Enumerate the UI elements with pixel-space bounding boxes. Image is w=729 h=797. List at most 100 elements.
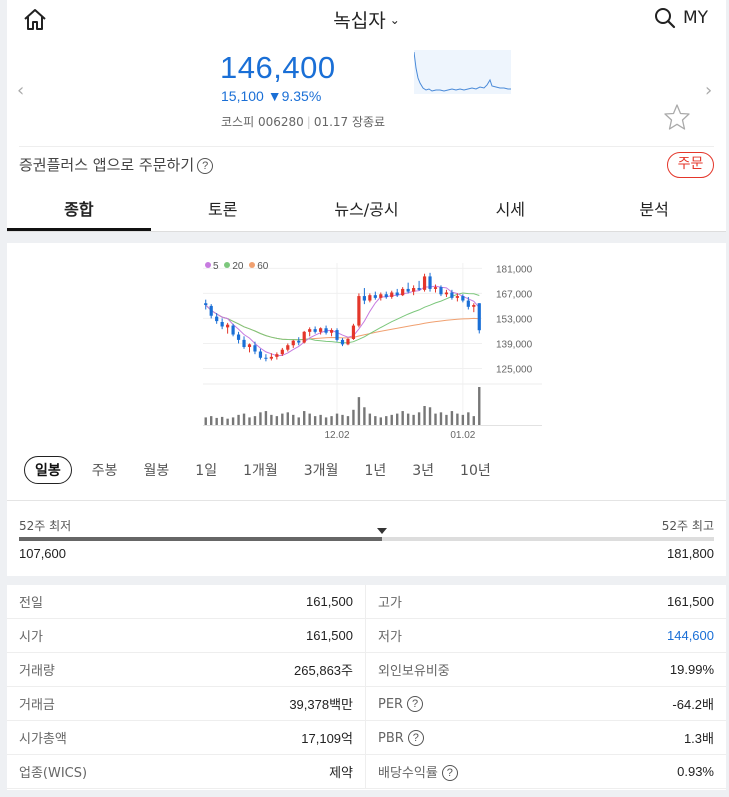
volume-bar (434, 413, 437, 425)
volume-bar (308, 413, 311, 425)
candle-body (215, 316, 219, 322)
period-3m[interactable]: 3개월 (304, 460, 339, 480)
help-icon[interactable]: ? (407, 729, 424, 746)
period-daily[interactable]: 일봉 (24, 456, 72, 484)
candle-body (384, 294, 388, 297)
next-stock-arrow-icon[interactable]: › (705, 80, 712, 101)
x-tick-label: 12.02 (325, 430, 350, 441)
info-value: 144,600 (667, 628, 714, 643)
candle-body (461, 296, 465, 301)
candle-body (379, 294, 383, 298)
volume-bar (270, 414, 273, 425)
y-tick-label: 181,000 (496, 264, 533, 275)
x-tick-label: 01.02 (450, 430, 475, 441)
candle-body (308, 329, 312, 332)
stock-name-dropdown[interactable]: 녹십자 ⌄ (7, 6, 726, 33)
tab-discussion[interactable]: 토론 (151, 190, 295, 231)
order-app-text: 증권플러스 앱으로 주문하기 (19, 156, 195, 174)
period-1d[interactable]: 1일 (195, 460, 217, 480)
info-key: 고가 (378, 596, 402, 611)
tab-price[interactable]: 시세 (438, 190, 582, 231)
info-grid: 전일 161,500 고가 161,500 시가 161,500 저가 144,600 … (7, 585, 726, 789)
order-button[interactable]: 주문 (667, 152, 714, 178)
candle-body (220, 322, 224, 327)
candle-body (275, 354, 279, 357)
prev-stock-arrow-icon[interactable]: ‹ (17, 80, 24, 101)
order-app-link[interactable]: 증권플러스 앱으로 주문하기? (19, 154, 214, 175)
candle-body (395, 292, 399, 296)
period-1m[interactable]: 1개월 (243, 460, 278, 480)
my-button[interactable]: MY (683, 8, 708, 28)
candle-body (390, 292, 394, 297)
info-key: 전일 (19, 596, 43, 611)
favorite-star-icon[interactable] (663, 103, 691, 131)
volume-bar (303, 411, 306, 425)
volume-bar (379, 417, 382, 425)
info-cell-volume: 거래량 265,863주 (7, 653, 366, 687)
legend-ma60: 60 (257, 261, 269, 272)
volume-bar (275, 416, 279, 425)
chart-legend: 5 20 60 (202, 261, 268, 272)
candle-body (286, 345, 290, 350)
volume-bar (264, 411, 268, 425)
tab-news[interactable]: 뉴스/공시 (295, 190, 439, 231)
info-key: 외인보유비중 (378, 664, 450, 679)
volume-bar (248, 417, 251, 425)
candle-body (313, 329, 317, 332)
change-rate: 9.35% (281, 88, 322, 104)
candle-body (450, 292, 454, 298)
volume-bar (401, 411, 404, 425)
candle-body (477, 303, 481, 331)
candle-body (319, 328, 323, 332)
week52-range: 52주 최저 52주 최고 107,600 181,800 (7, 500, 726, 576)
volume-bar (467, 412, 470, 425)
price-chart[interactable]: 181,000 167,000 153,000 139,000 125,000 12.02… (197, 257, 547, 447)
info-cell-per: PER? -64.2배 (366, 687, 726, 721)
volume-bar (423, 406, 426, 425)
info-value: 제약 (329, 765, 353, 780)
tab-analysis[interactable]: 분석 (582, 190, 726, 231)
y-tick-label: 139,000 (496, 339, 533, 350)
volume-bar (472, 416, 475, 425)
help-icon[interactable]: ? (441, 765, 458, 781)
volume-bar (352, 409, 355, 425)
info-key-text: PBR (378, 730, 404, 746)
info-cell-trade-amount: 거래금 39,378백만 (7, 687, 366, 721)
candle-body (302, 331, 306, 343)
info-key: 배당수익률? (378, 762, 458, 781)
candle-body (226, 324, 230, 328)
info-cell-prev-close: 전일 161,500 (7, 585, 366, 619)
intraday-sparkline (414, 50, 511, 94)
period-1y[interactable]: 1년 (364, 460, 386, 480)
tab-summary[interactable]: 종합 (7, 190, 151, 231)
info-key-text: PER (378, 696, 404, 712)
candle-body (324, 328, 328, 333)
info-value: 19.99% (669, 662, 714, 677)
price-change: 15,100 ▼9.35% (221, 88, 321, 104)
candle-body (280, 349, 284, 355)
period-monthly[interactable]: 월봉 (144, 460, 170, 480)
stock-info-table: 전일 161,500 고가 161,500 시가 161,500 저가 144,600 … (7, 585, 726, 790)
candle-body (362, 296, 366, 301)
volume-bar (226, 418, 229, 425)
info-key: 거래량 (19, 664, 55, 679)
volume-bar (220, 416, 224, 425)
candle-body (335, 330, 339, 340)
help-icon[interactable]: ? (197, 158, 214, 174)
candle-body (422, 276, 427, 290)
period-weekly[interactable]: 주봉 (92, 460, 118, 480)
help-icon[interactable]: ? (407, 695, 424, 712)
volume-bar (346, 416, 350, 425)
info-key: 시가 (19, 630, 43, 645)
legend-dot-60 (249, 262, 256, 268)
volume-bar (335, 413, 339, 425)
volume-bar (461, 414, 465, 425)
candle-body (406, 288, 410, 292)
volume-bar (450, 411, 454, 425)
period-10y[interactable]: 10년 (460, 460, 491, 480)
search-icon[interactable] (653, 6, 677, 30)
y-tick-label: 167,000 (496, 289, 533, 300)
period-3y[interactable]: 3년 (412, 460, 434, 480)
market-name: 코스피 (221, 115, 255, 129)
info-cell-foreign-ratio: 외인보유비중 19.99% (366, 653, 726, 687)
